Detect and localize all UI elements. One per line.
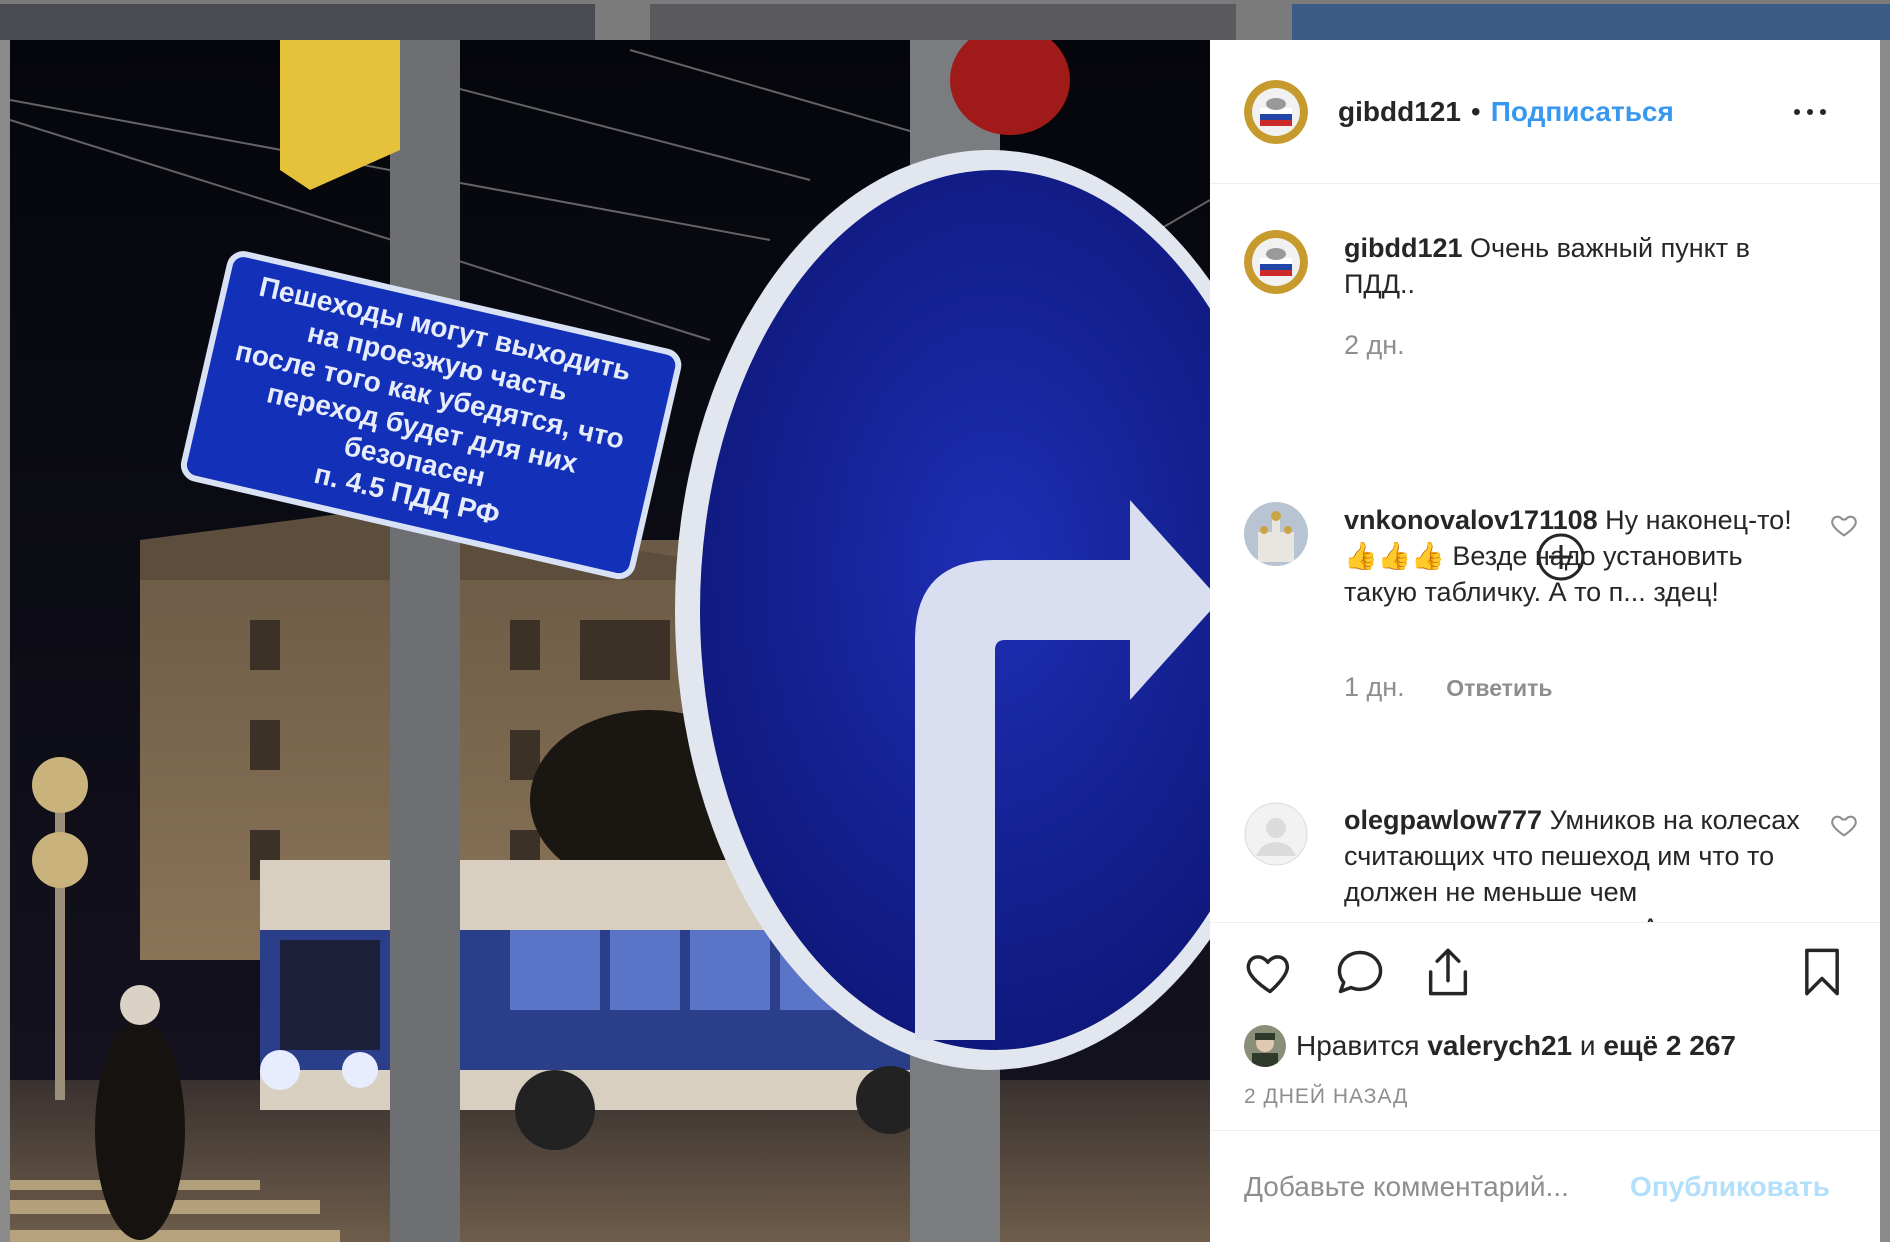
comment-meta: 1 дн. Ответить: [1344, 672, 1553, 703]
like-heart-icon[interactable]: [1244, 946, 1296, 998]
commenter-avatar[interactable]: [1244, 802, 1308, 866]
author-avatar[interactable]: [1244, 230, 1308, 294]
reply-button[interactable]: Ответить: [1446, 675, 1552, 701]
caption-time[interactable]: 2 дн.: [1344, 330, 1405, 361]
comment-username[interactable]: vnkonovalov171108: [1344, 505, 1598, 535]
separator-dot: •: [1470, 95, 1481, 127]
post-photo[interactable]: Пешеходы могут выходить на проезжую част…: [10, 40, 1210, 1242]
comment-username[interactable]: olegpawlow777: [1344, 805, 1542, 835]
liker-username[interactable]: valerych21: [1427, 1030, 1572, 1062]
likes-prefix: Нравится: [1296, 1030, 1420, 1061]
comments-list[interactable]: gibdd121 Очень важный пункт в ПДД.. 2 дн…: [1210, 185, 1880, 922]
post-header: gibdd121 • Подписаться: [1210, 40, 1880, 184]
bookmark-icon[interactable]: [1796, 946, 1848, 998]
post-side-panel: gibdd121 • Подписаться gibdd121 Очень ва…: [1210, 40, 1880, 1242]
comment-body: olegpawlow777 Умников на колесах считающ…: [1344, 802, 1804, 922]
add-comment-box: Опубликовать: [1210, 1130, 1880, 1242]
likes-summary[interactable]: Нравится valerych21 и ещё 2 267: [1244, 1025, 1736, 1067]
likes-more[interactable]: ещё 2 267: [1603, 1030, 1736, 1062]
actions-divider: [1210, 922, 1880, 923]
author-avatar[interactable]: [1244, 79, 1308, 144]
background-thumbnail: [1292, 4, 1890, 40]
like-comment-icon[interactable]: [1830, 812, 1858, 840]
publish-button[interactable]: Опубликовать: [1630, 1171, 1830, 1203]
background-thumbnail: [0, 4, 595, 40]
comment-time[interactable]: 1 дн.: [1344, 672, 1405, 702]
caption-username[interactable]: gibdd121: [1344, 233, 1463, 263]
caption-entry: gibdd121 Очень важный пункт в ПДД.. 2 дн…: [1244, 230, 1844, 410]
comment-item: olegpawlow777 Умников на колесах считающ…: [1244, 802, 1864, 922]
liker-avatar[interactable]: [1244, 1025, 1286, 1067]
more-options-icon[interactable]: [1794, 94, 1826, 130]
background-thumbnails: [0, 0, 1890, 40]
follow-button[interactable]: Подписаться: [1491, 96, 1674, 128]
comment-body: vnkonovalov171108 Ну наконец-то! 👍👍👍 Вез…: [1344, 502, 1804, 610]
post-date[interactable]: 2 ДНЕЙ НАЗАД: [1244, 1085, 1408, 1109]
night-street-image: [10, 40, 1210, 1242]
commenter-avatar[interactable]: [1244, 502, 1308, 566]
comment-bubble-icon[interactable]: [1334, 946, 1386, 998]
author-username[interactable]: gibdd121: [1338, 96, 1461, 128]
background-thumbnail: [650, 4, 1236, 40]
share-icon[interactable]: [1422, 946, 1474, 998]
likes-conjunction: и: [1579, 1030, 1596, 1061]
caption-body: gibdd121 Очень важный пункт в ПДД..: [1344, 230, 1804, 302]
comment-item: vnkonovalov171108 Ну наконец-то! 👍👍👍 Вез…: [1244, 502, 1864, 722]
comment-input[interactable]: [1244, 1167, 1644, 1207]
like-comment-icon[interactable]: [1830, 512, 1858, 540]
